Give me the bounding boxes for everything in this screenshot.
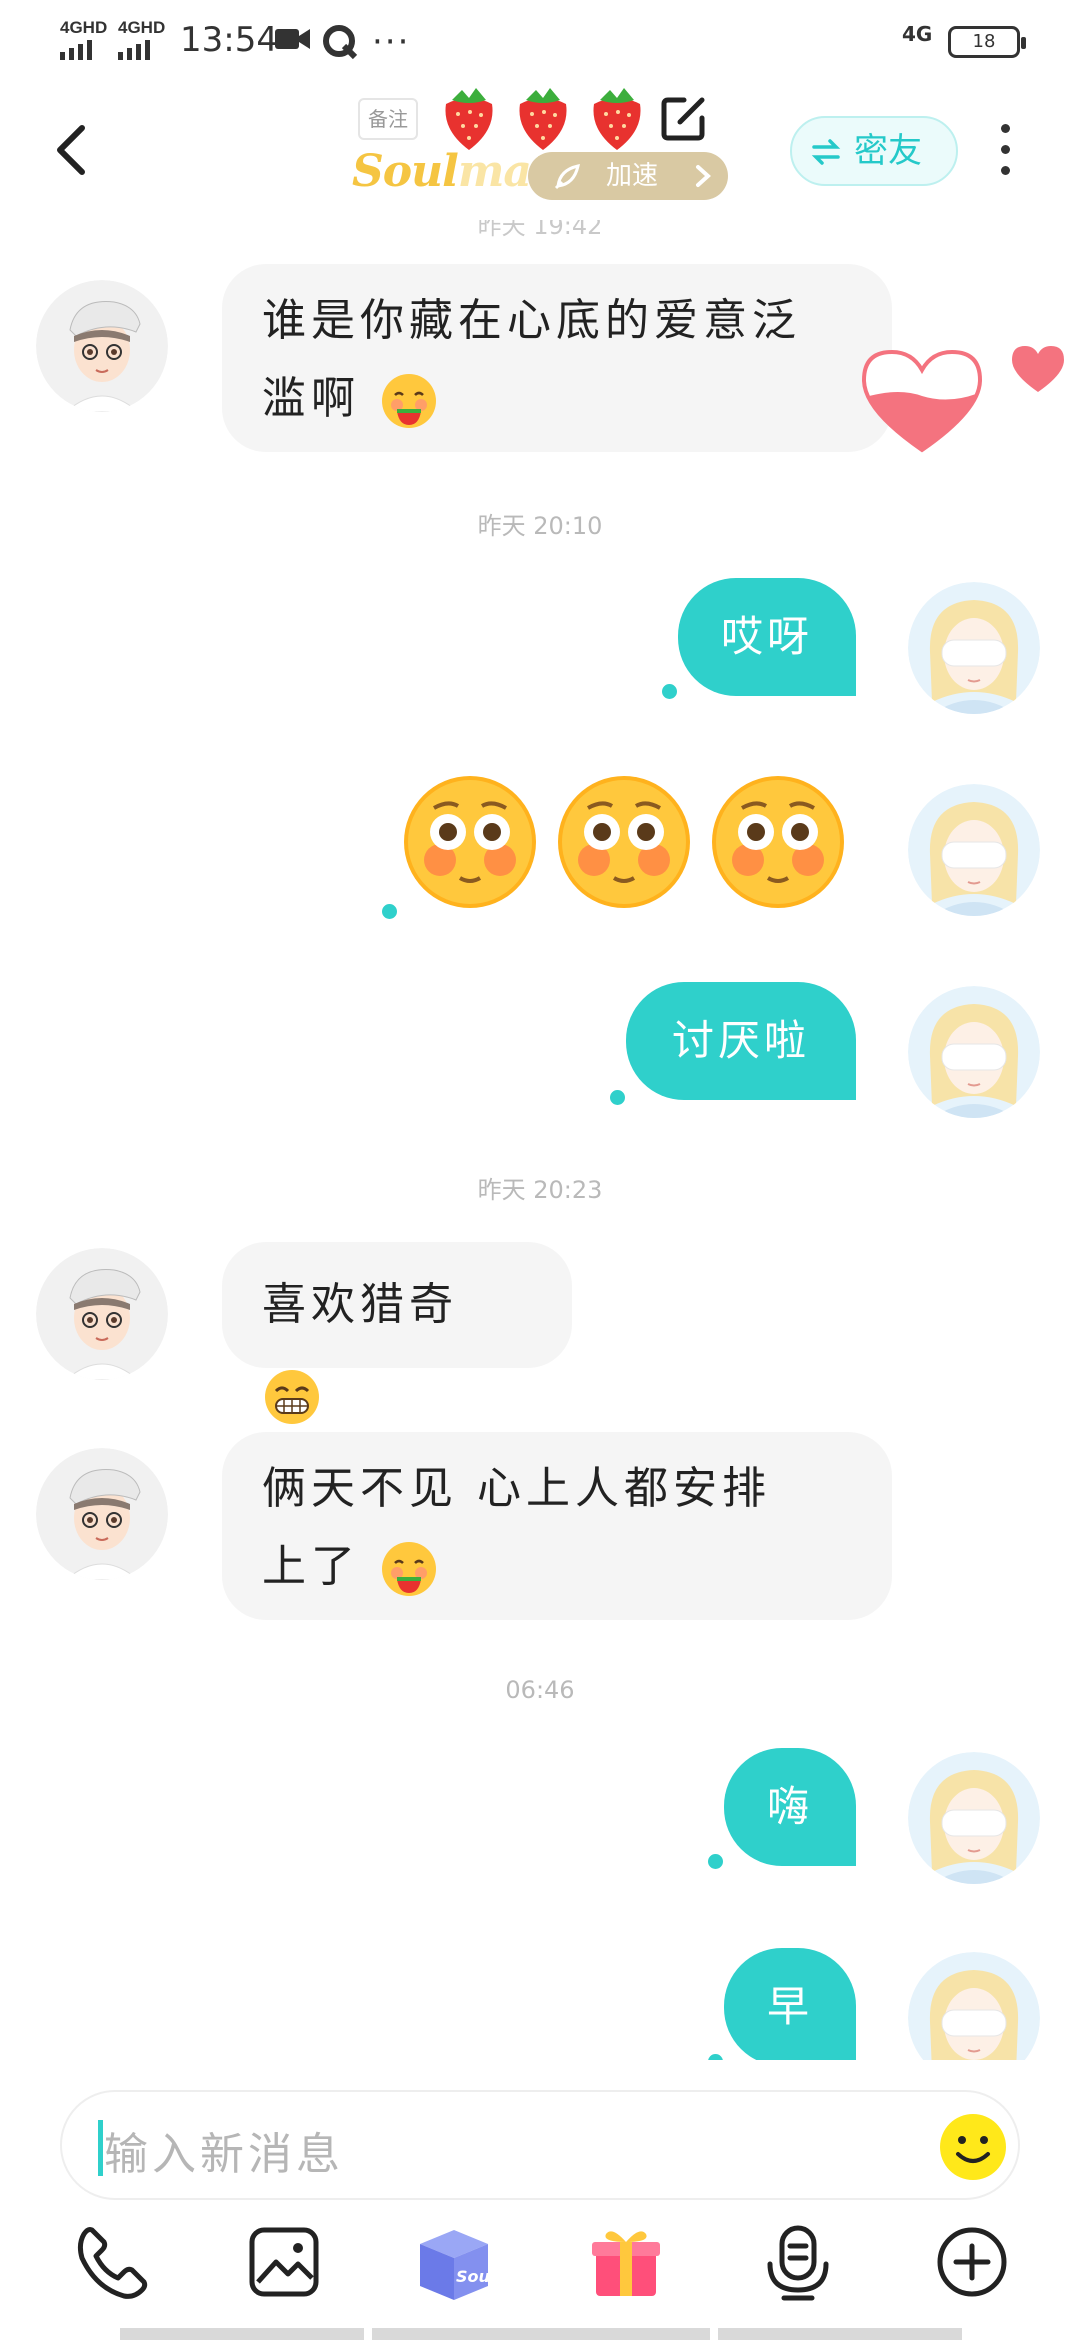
strawberry-icon	[519, 88, 567, 150]
battery-indicator: 18	[948, 26, 1026, 58]
read-status-dot	[610, 1090, 625, 1105]
status-time: 13:54	[180, 20, 278, 60]
message-bubble-incoming[interactable]: 喜欢猎奇	[222, 1242, 572, 1424]
soul-box-label: Soul	[456, 2267, 496, 2286]
status-more: ···	[372, 22, 411, 62]
message-bubble-outgoing[interactable]: 嗨	[724, 1748, 856, 1866]
timestamp: 06:46	[505, 1676, 575, 1704]
message-text: 喜欢猎奇	[262, 1279, 458, 1330]
chat-list[interactable]: 昨天 19:42 谁是你藏在心底的爱意泛 滥啊 昨天 20:10 哎呀 讨厌啦 …	[0, 220, 1080, 2060]
message-input[interactable]: 输入新消息	[60, 2090, 1020, 2200]
video-record-icon	[275, 29, 310, 49]
blush-watermelon-emoji	[382, 1542, 436, 1596]
flushed-face-emoji-group[interactable]	[400, 774, 850, 910]
contact-avatar[interactable]	[36, 1248, 168, 1380]
status-bar: 4GHD 4GHD 13:54 ··· 4G 18	[0, 0, 1080, 80]
input-placeholder: 输入新消息	[104, 2129, 344, 2180]
heart-icon	[1012, 346, 1064, 392]
timestamp: 昨天 20:10	[477, 512, 603, 540]
message-text: 谁是你藏在心底的爱意泛	[262, 295, 801, 346]
composer: 输入新消息 Soul	[0, 2060, 1080, 2340]
contact-avatar[interactable]	[36, 1448, 168, 1580]
gift-icon[interactable]	[584, 2220, 668, 2304]
timestamp: 昨天 20:23	[477, 1176, 603, 1204]
my-avatar[interactable]	[908, 582, 1040, 714]
message-bubble-outgoing[interactable]: 早	[724, 1948, 856, 2060]
message-bubble-outgoing[interactable]: 讨厌啦	[626, 982, 856, 1100]
nav-indicator	[372, 2328, 710, 2340]
read-status-dot	[708, 1854, 723, 1869]
text-caret	[98, 2120, 103, 2176]
flushed-face-emoji	[404, 776, 536, 908]
my-avatar[interactable]	[908, 1952, 1040, 2060]
my-avatar[interactable]	[908, 1752, 1040, 1884]
nav-indicator	[120, 2328, 364, 2340]
q-app-icon	[323, 25, 358, 60]
remark-button[interactable]: 备注	[358, 98, 418, 140]
rocket-icon	[554, 164, 580, 190]
edit-icon[interactable]	[658, 92, 710, 144]
more-options-icon[interactable]	[990, 124, 1020, 180]
message-text: 上了	[262, 1541, 360, 1592]
strawberry-icon	[445, 88, 493, 150]
voice-icon[interactable]	[756, 2220, 840, 2304]
phone-icon[interactable]	[70, 2220, 154, 2304]
timestamp-partial: 昨天 19:42	[477, 220, 603, 240]
my-avatar[interactable]	[908, 784, 1040, 916]
heart-meter-icon[interactable]	[860, 346, 984, 456]
add-icon[interactable]	[930, 2220, 1014, 2304]
grimace-face-emoji	[265, 1370, 319, 1424]
message-text: 滥啊	[262, 373, 360, 424]
strawberry-icon	[593, 88, 641, 150]
chat-header: 备注 Soulmate 加速 密友	[0, 80, 1080, 220]
close-friend-button[interactable]: 密友	[790, 116, 958, 186]
contact-avatar[interactable]	[36, 280, 168, 412]
speedup-button[interactable]: 加速	[528, 152, 728, 200]
sim2-signal: 4GHD	[118, 18, 165, 60]
network-type: 4G	[902, 22, 933, 46]
read-status-dot	[382, 904, 397, 919]
emoji-picker-icon[interactable]	[938, 2112, 1008, 2182]
blush-watermelon-emoji	[382, 374, 436, 428]
image-icon[interactable]	[242, 2220, 326, 2304]
soul-box-icon[interactable]: Soul	[412, 2220, 496, 2304]
message-bubble-incoming[interactable]: 谁是你藏在心底的爱意泛 滥啊	[222, 264, 892, 452]
back-icon[interactable]	[44, 120, 104, 180]
read-status-dot	[662, 684, 677, 699]
message-bubble-outgoing[interactable]: 哎呀	[678, 578, 856, 696]
message-text: 俩天不见 心上人都安排	[262, 1463, 771, 1514]
sim1-signal: 4GHD	[60, 18, 107, 60]
message-bubble-incoming[interactable]: 俩天不见 心上人都安排 上了	[222, 1432, 892, 1620]
swap-icon	[811, 139, 841, 165]
nav-indicator	[718, 2328, 962, 2340]
chevron-right-icon	[696, 165, 711, 187]
my-avatar[interactable]	[908, 986, 1040, 1118]
